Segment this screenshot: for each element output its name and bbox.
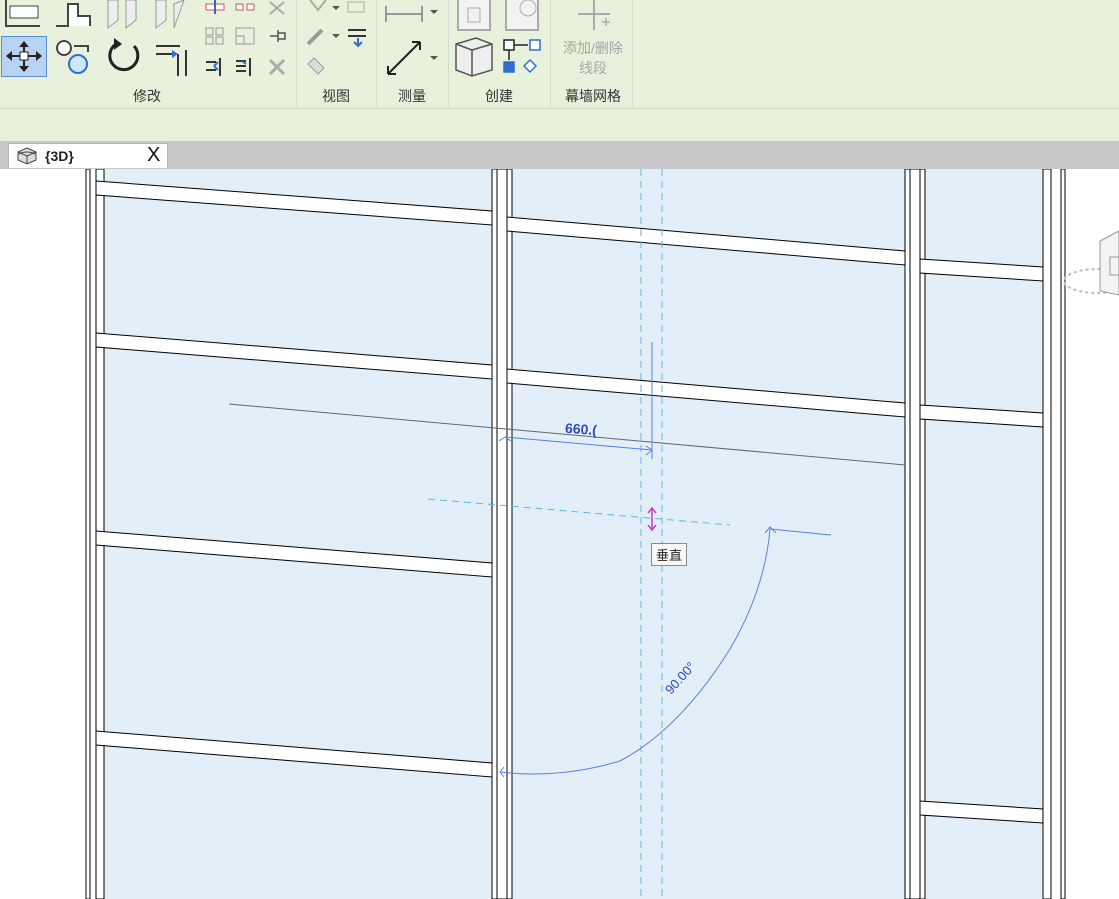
options-bar xyxy=(0,109,1119,141)
panel-label-create: 创建 xyxy=(485,88,513,104)
create-parts-icon[interactable] xyxy=(502,0,542,34)
3d-view-icon xyxy=(17,147,37,165)
glass-panel-middle[interactable] xyxy=(512,169,905,899)
linework-icon[interactable] xyxy=(346,0,368,14)
glass-panel-left[interactable] xyxy=(104,169,492,899)
measure-along-element-icon[interactable] xyxy=(384,36,442,78)
panel-separator xyxy=(296,0,297,106)
copy-icon[interactable] xyxy=(54,38,94,78)
trim-single-icon[interactable] xyxy=(204,56,226,78)
snap-tooltip: 垂直 xyxy=(651,543,688,566)
add-delete-segment-button[interactable]: 添加/删除 线段 xyxy=(556,38,630,78)
create-assembly-icon[interactable] xyxy=(454,0,494,34)
trim-multiple-icon[interactable] xyxy=(234,56,256,78)
array-icon[interactable] xyxy=(204,26,226,46)
panel-separator xyxy=(448,0,449,106)
3d-viewport[interactable]: 660.( 90.00° xyxy=(0,169,1119,899)
dimension-value[interactable]: 660.( xyxy=(564,420,597,438)
eraser-icon[interactable] xyxy=(304,56,328,78)
close-icon[interactable]: X xyxy=(147,144,160,167)
align-icon[interactable] xyxy=(2,0,44,30)
add-delete-segment-icon[interactable] xyxy=(574,0,614,34)
hide-element-icon[interactable] xyxy=(346,26,370,48)
scale-icon[interactable] xyxy=(234,26,256,46)
tab-3d-view[interactable]: {3D} X xyxy=(8,143,168,168)
create-group-icon[interactable] xyxy=(452,36,496,78)
override-graphics-icon[interactable] xyxy=(304,0,344,18)
add-delete-segment-label-2: 线段 xyxy=(579,60,607,76)
tab-label: {3D} xyxy=(45,148,74,164)
split-gap-icon[interactable] xyxy=(234,0,256,16)
panel-label-curtain-grid: 幕墙网格 xyxy=(565,88,621,104)
pin-icon[interactable] xyxy=(266,26,288,46)
panel-label-view: 视图 xyxy=(322,88,350,104)
split-element-icon[interactable] xyxy=(204,0,226,16)
offset-icon[interactable] xyxy=(52,0,94,30)
ribbon: 修改 视图 测量 创建 添加/删除 线段 幕墙网格 xyxy=(0,0,1119,109)
panel-label-measure: 测量 xyxy=(398,88,426,104)
add-delete-segment-label-1: 添加/删除 xyxy=(563,40,623,56)
move-button[interactable] xyxy=(1,36,47,77)
paint-brush-icon[interactable] xyxy=(304,26,344,46)
view-cube[interactable] xyxy=(1063,230,1119,296)
panel-label-modify: 修改 xyxy=(133,88,161,104)
panel-separator xyxy=(550,0,551,106)
create-similar-icon[interactable] xyxy=(500,36,544,78)
unpin-icon[interactable] xyxy=(266,0,288,16)
rotate-icon[interactable] xyxy=(102,36,144,78)
move-icon xyxy=(6,41,42,72)
panel-separator xyxy=(376,0,377,106)
panel-separator xyxy=(632,0,633,106)
mirror-pick-axis-icon[interactable] xyxy=(104,0,140,30)
curtain-wall-drawing[interactable] xyxy=(0,169,1119,899)
trim-extend-icon[interactable] xyxy=(152,38,192,78)
measure-between-references-icon[interactable] xyxy=(384,0,442,26)
delete-icon[interactable] xyxy=(266,56,288,78)
mirror-draw-axis-icon[interactable] xyxy=(152,0,188,30)
